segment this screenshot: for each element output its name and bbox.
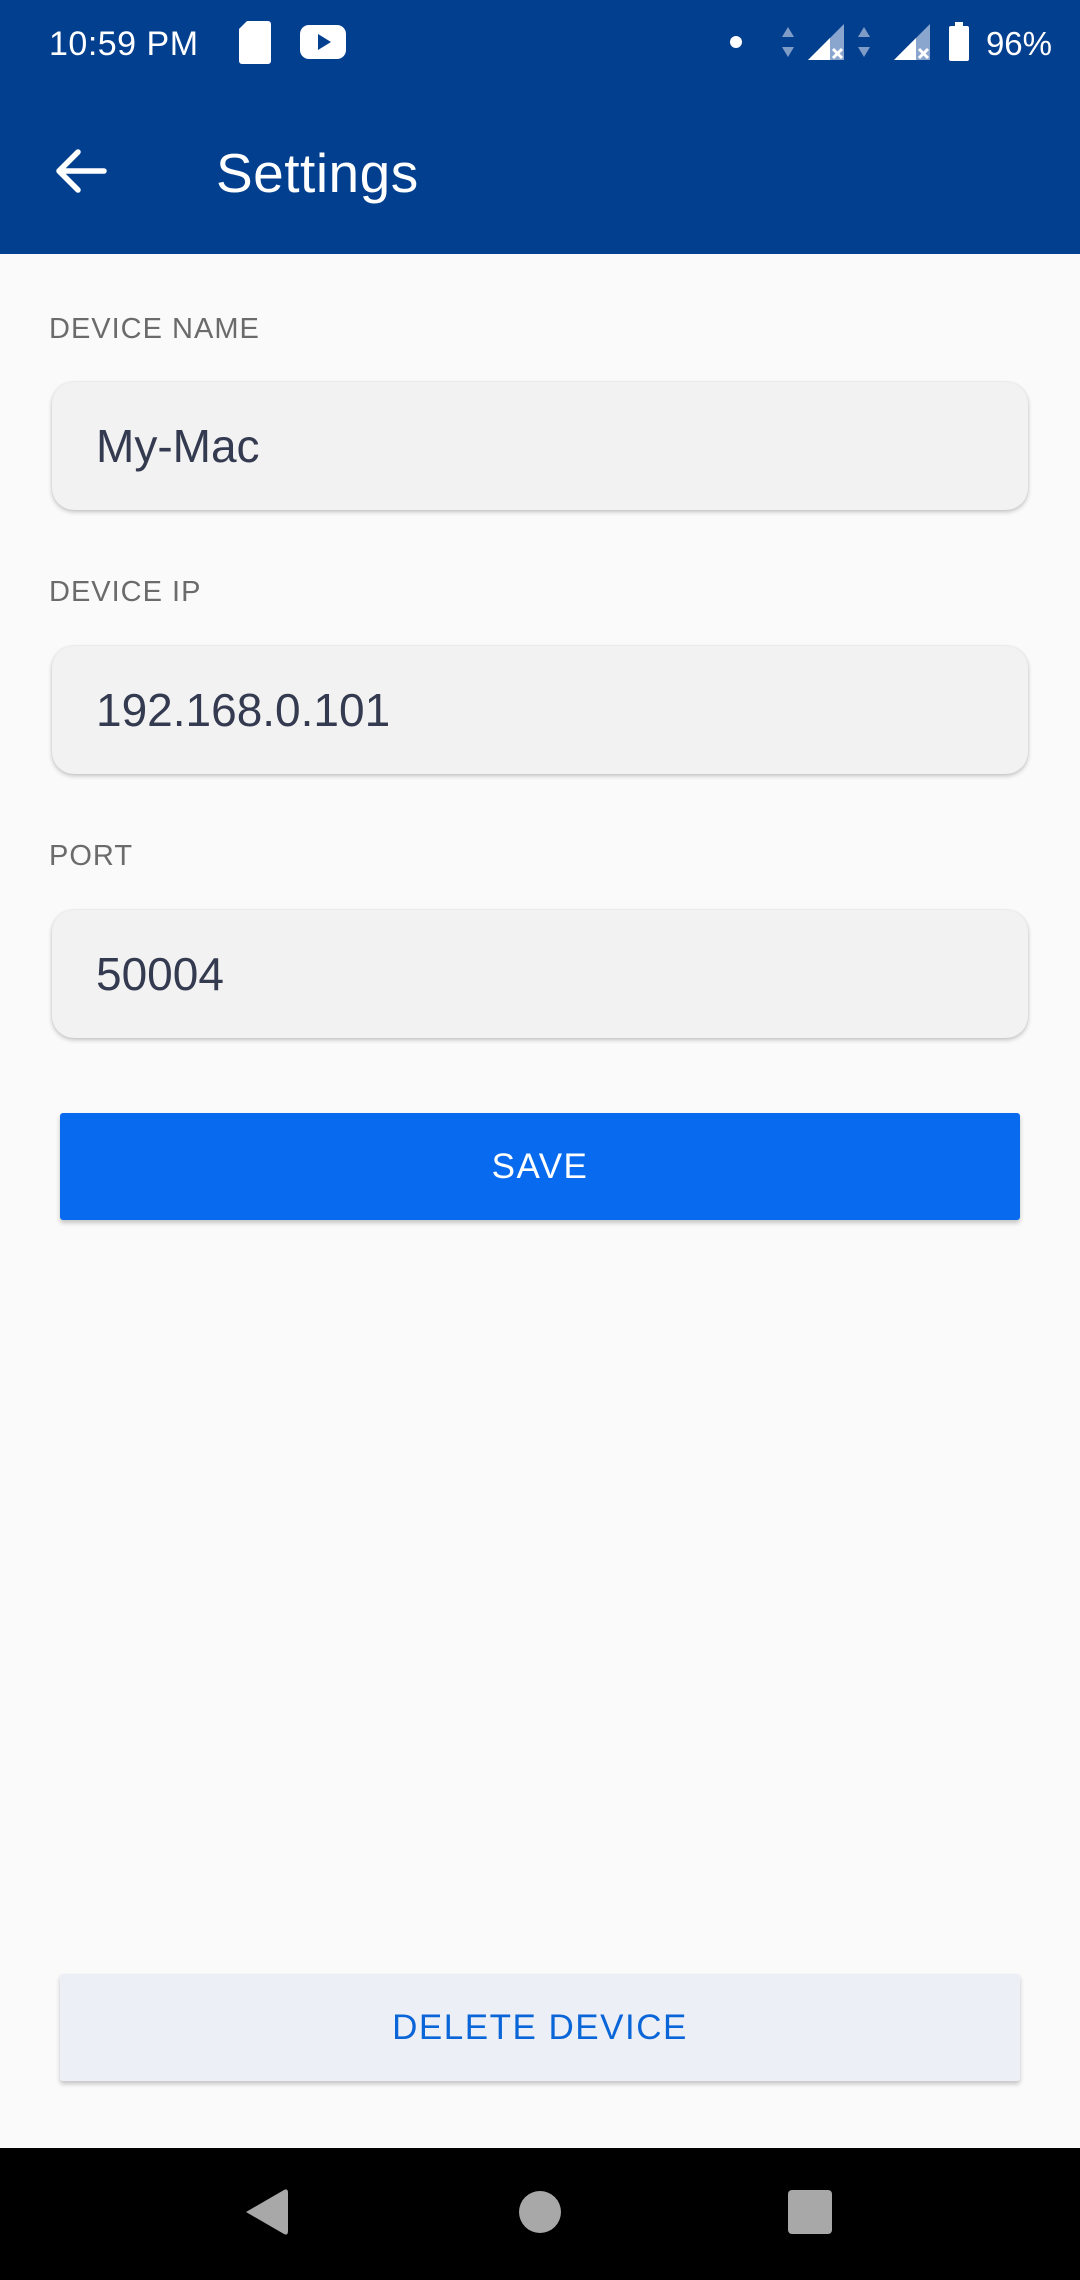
page-title: Settings	[216, 142, 419, 204]
delete-device-button[interactable]: DELETE DEVICE	[60, 1974, 1020, 2081]
status-system-icons: 96%	[728, 20, 1052, 68]
port-label: PORT	[49, 840, 134, 872]
status-notification-icons	[238, 20, 346, 68]
device-ip-input[interactable]	[52, 646, 1028, 774]
data-arrows-icon	[780, 25, 796, 64]
arrow-left-icon	[54, 148, 108, 199]
signal-icon	[892, 22, 932, 67]
device-ip-field[interactable]	[52, 646, 1028, 774]
device-name-label: DEVICE NAME	[49, 313, 260, 345]
nav-home-button[interactable]	[480, 2148, 600, 2280]
device-ip-label: DEVICE IP	[49, 576, 202, 608]
recents-square-icon	[787, 2189, 833, 2240]
dot-icon	[728, 34, 744, 55]
status-bar: 10:59 PM 96%	[0, 0, 1080, 88]
device-name-input[interactable]	[52, 382, 1028, 510]
back-button[interactable]	[38, 130, 124, 216]
app-bar: Settings	[0, 88, 1080, 254]
signal-icon	[806, 22, 846, 67]
navigation-bar	[0, 2148, 1080, 2280]
back-triangle-icon	[242, 2186, 290, 2243]
nav-recents-button[interactable]	[750, 2148, 870, 2280]
nav-back-button[interactable]	[206, 2148, 326, 2280]
device-name-field[interactable]	[52, 382, 1028, 510]
port-field[interactable]	[52, 910, 1028, 1038]
data-arrows-icon	[856, 25, 872, 64]
battery-icon	[948, 21, 970, 67]
youtube-icon	[300, 24, 346, 64]
sim-card-icon	[238, 19, 272, 70]
home-circle-icon	[518, 2190, 562, 2239]
save-button[interactable]: SAVE	[60, 1113, 1020, 1220]
port-input[interactable]	[52, 910, 1028, 1038]
status-time: 10:59 PM	[49, 25, 199, 63]
battery-percentage: 96%	[985, 25, 1052, 62]
